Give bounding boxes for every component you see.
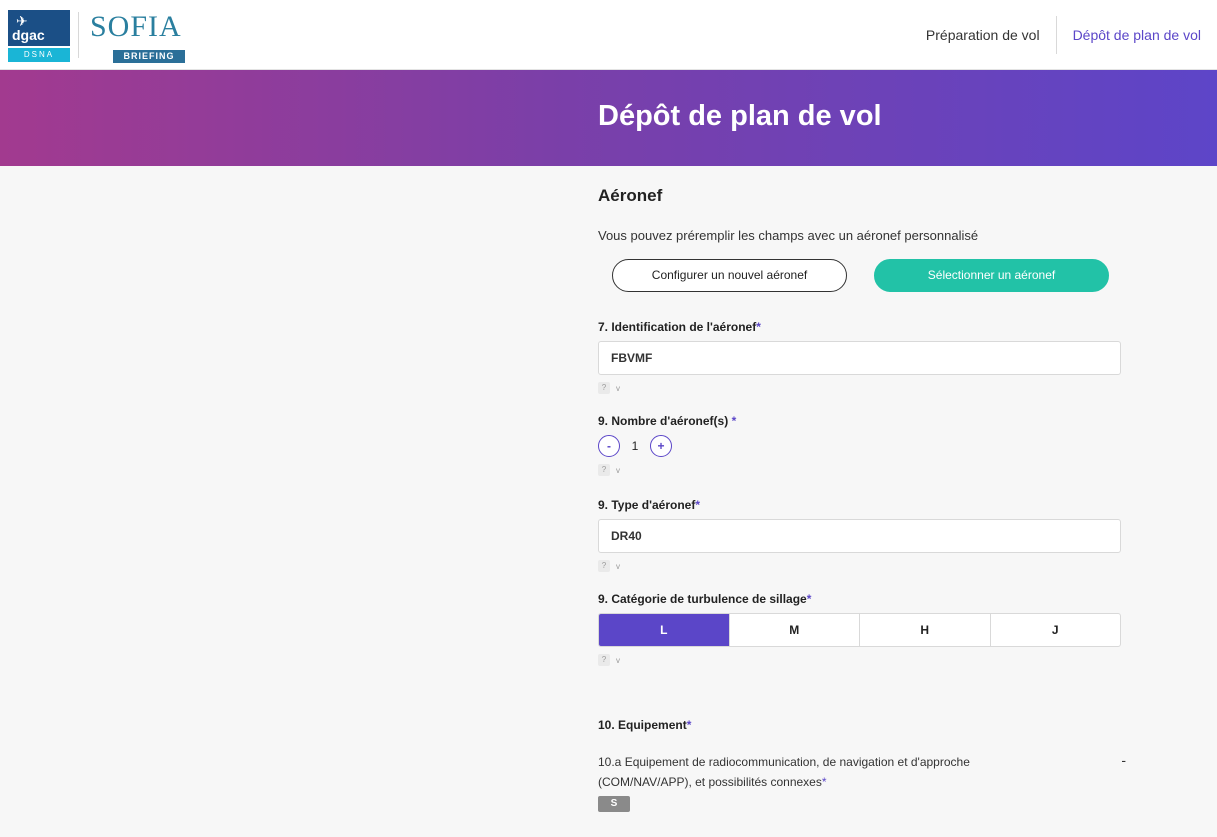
help-icon: ?: [598, 654, 610, 666]
aircraft-buttons: Configurer un nouvel aéronef Sélectionne…: [612, 259, 1128, 292]
required-marker: *: [756, 320, 761, 334]
equipment-section: 10. Equipement* 10.a Equipement de radio…: [598, 718, 1128, 812]
top-nav: Préparation de vol Dépôt de plan de vol: [910, 0, 1217, 70]
required-marker: *: [686, 718, 692, 732]
help-toggle[interactable]: ? v: [598, 464, 1128, 476]
help-icon: ?: [598, 464, 610, 476]
page-banner: Dépôt de plan de vol: [0, 70, 1217, 166]
help-icon: ?: [598, 560, 610, 572]
required-marker: *: [821, 775, 827, 789]
aircraft-type-input[interactable]: DR40: [598, 519, 1121, 553]
required-marker: *: [731, 414, 737, 428]
help-toggle[interactable]: ? v: [598, 654, 1128, 666]
equipment-badge-s[interactable]: S: [598, 796, 630, 812]
chevron-down-icon: v: [616, 655, 620, 665]
turbulence-label-text: 9. Catégorie de turbulence de sillage: [598, 592, 807, 606]
nav-preparation-de-vol[interactable]: Préparation de vol: [910, 16, 1056, 54]
help-toggle[interactable]: ? v: [598, 560, 1128, 572]
equipment-10a-label-text: 10.a Equipement de radiocommunication, d…: [598, 755, 970, 789]
aircraft-count-stepper: - 1 +: [598, 435, 1128, 457]
identification-label: 7. Identification de l'aéronef*: [598, 320, 1128, 334]
select-aircraft-button[interactable]: Sélectionner un aéronef: [874, 259, 1109, 292]
aircraft-prefill-hint: Vous pouvez préremplir les champs avec u…: [598, 228, 979, 243]
turbulence-option-h[interactable]: H: [859, 614, 990, 646]
chevron-down-icon: v: [616, 561, 620, 571]
aircraft-count-label-text: 9. Nombre d'aéronef(s): [598, 414, 729, 428]
equipment-10a-row: 10.a Equipement de radiocommunication, d…: [598, 752, 1128, 812]
briefing-logo-text: BRIEFING: [113, 50, 185, 63]
turbulence-field: 9. Catégorie de turbulence de sillage* L…: [598, 592, 1128, 666]
app: ✈ dgac DSNA SOFIA BRIEFING Préparation d…: [0, 0, 1217, 837]
identification-input[interactable]: FBVMF: [598, 341, 1121, 375]
dgac-logo-text: dgac: [12, 27, 45, 43]
logo-divider: [78, 12, 79, 58]
identification-label-text: 7. Identification de l'aéronef: [598, 320, 757, 334]
page-title: Dépôt de plan de vol: [598, 100, 882, 132]
increment-button[interactable]: +: [650, 435, 672, 457]
plane-icon: ✈: [16, 13, 28, 29]
configure-aircraft-button[interactable]: Configurer un nouvel aéronef: [612, 259, 847, 292]
help-toggle[interactable]: ? v: [598, 382, 1128, 394]
turbulence-label: 9. Catégorie de turbulence de sillage*: [598, 592, 1128, 606]
chevron-down-icon: v: [616, 383, 620, 393]
aircraft-type-label: 9. Type d'aéronef*: [598, 498, 1128, 512]
sofia-logo-text: SOFIA: [90, 10, 182, 43]
required-marker: *: [695, 498, 700, 512]
aircraft-type-label-text: 9. Type d'aéronef: [598, 498, 696, 512]
turbulence-selector: L M H J: [598, 613, 1121, 647]
equipment-label-text: 10. Equipement: [598, 718, 687, 732]
identification-field: 7. Identification de l'aéronef* FBVMF ? …: [598, 320, 1128, 394]
turbulence-option-m[interactable]: M: [728, 614, 860, 646]
aircraft-section-title: Aéronef: [598, 186, 663, 205]
nav-depot-plan-de-vol[interactable]: Dépôt de plan de vol: [1055, 16, 1217, 54]
required-marker: *: [806, 592, 812, 606]
turbulence-option-j[interactable]: J: [989, 614, 1121, 646]
header: ✈ dgac DSNA SOFIA BRIEFING Préparation d…: [0, 0, 1217, 70]
dgac-logo-top: ✈ dgac: [8, 10, 70, 46]
sofia-logo[interactable]: SOFIA BRIEFING: [90, 10, 230, 63]
equipment-10a-label: 10.a Equipement de radiocommunication, d…: [598, 752, 1058, 792]
turbulence-option-l[interactable]: L: [599, 614, 729, 646]
chevron-down-icon: v: [616, 465, 620, 475]
flight-plan-form: Aéronef Vous pouvez préremplir les champ…: [598, 166, 1128, 812]
decrement-button[interactable]: -: [598, 435, 620, 457]
equipment-label: 10. Equipement*: [598, 718, 1128, 732]
aircraft-count-field: 9. Nombre d'aéronef(s) * - 1 + ? v: [598, 414, 1128, 476]
collapse-button[interactable]: -: [1121, 752, 1126, 768]
aircraft-count-value: 1: [631, 439, 639, 453]
aircraft-count-label: 9. Nombre d'aéronef(s) *: [598, 414, 1128, 428]
aircraft-type-field: 9. Type d'aéronef* DR40 ? v: [598, 498, 1128, 572]
dgac-logo[interactable]: ✈ dgac DSNA: [8, 10, 70, 62]
help-icon: ?: [598, 382, 610, 394]
dsna-logo-text: DSNA: [8, 48, 70, 62]
